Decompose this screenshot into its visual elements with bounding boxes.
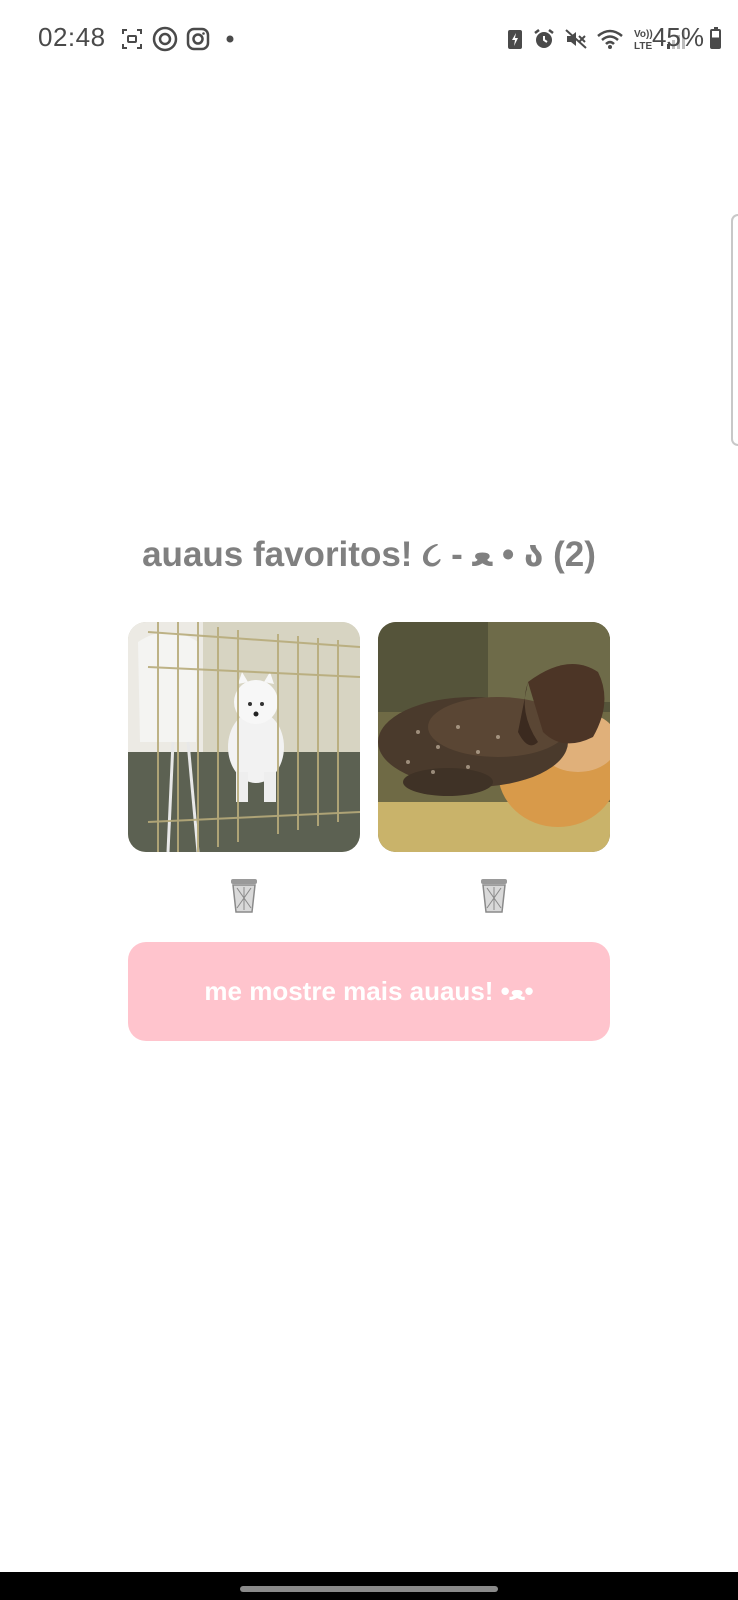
dog-photo-sleeping-dog xyxy=(378,622,610,852)
wifi-icon xyxy=(597,29,623,49)
trash-icon[interactable] xyxy=(229,876,259,914)
favorite-card xyxy=(378,622,610,914)
favorite-card xyxy=(128,622,360,914)
edge-panel-handle[interactable] xyxy=(731,214,738,446)
favorites-grid xyxy=(128,622,610,922)
mute-icon xyxy=(565,29,587,49)
home-indicator[interactable] xyxy=(240,1586,498,1592)
battery-icon xyxy=(710,27,721,49)
navigation-bar xyxy=(0,1572,738,1600)
favorites-title: auaus favoritos! ૮ - ﻌ • ა (2) xyxy=(142,535,596,574)
dog-photo-samoyed-puppy xyxy=(128,622,360,852)
threads-icon xyxy=(152,26,178,52)
svg-text:LTE: LTE xyxy=(634,41,652,52)
app-screen: 02:48 Vo)) LTE 45% auaus favoritos! ૮ - … xyxy=(0,0,738,1600)
screen-recorder-icon xyxy=(122,29,142,49)
notification-dot-icon xyxy=(226,35,234,43)
status-bar: 02:48 Vo)) LTE 45% xyxy=(0,0,738,80)
status-time: 02:48 xyxy=(38,22,106,52)
battery-percent: 45% xyxy=(651,22,704,52)
instagram-icon xyxy=(186,27,210,51)
show-more-dogs-button[interactable]: me mostre mais auaus! •ﻌ• xyxy=(128,942,610,1041)
battery-saver-icon xyxy=(508,30,522,49)
status-left-icons xyxy=(120,26,238,52)
alarm-icon xyxy=(534,29,554,48)
trash-icon[interactable] xyxy=(479,876,509,914)
svg-text:Vo)): Vo)) xyxy=(634,29,653,40)
